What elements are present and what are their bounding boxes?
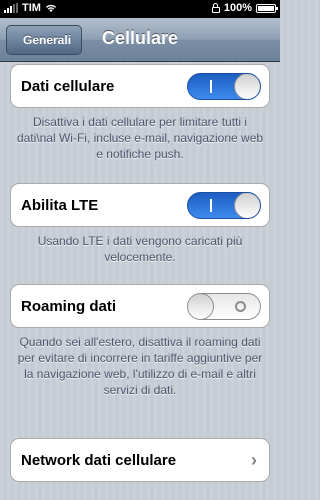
roaming-footer: Quando sei all'estero, disattiva il roam… bbox=[17, 335, 263, 397]
battery-icon bbox=[256, 3, 278, 13]
lte-cell: Abilita LTE bbox=[10, 183, 270, 227]
switch-knob[interactable] bbox=[188, 293, 214, 319]
roaming-switch[interactable] bbox=[187, 292, 261, 320]
switch-on-icon bbox=[210, 79, 212, 93]
switch-on-icon bbox=[210, 198, 212, 212]
status-bar: TIM 100% bbox=[0, 0, 280, 18]
switch-off-icon bbox=[235, 300, 246, 312]
cellular-data-footer: Disattiva i dati cellulare per limitare … bbox=[16, 115, 264, 161]
navigation-bar: Generali Cellulare bbox=[0, 18, 280, 62]
page-title: Cellulare bbox=[101, 28, 179, 48]
roaming-label: Roaming dati bbox=[21, 297, 117, 315]
lte-label: Abilita LTE bbox=[21, 196, 99, 214]
chevron-right-icon: › bbox=[251, 449, 257, 470]
battery-percent: 100% bbox=[223, 2, 252, 14]
lte-footer: Usando LTE i dati vengono caricati più v… bbox=[37, 234, 243, 264]
switch-knob[interactable] bbox=[234, 73, 260, 99]
cellular-data-cell: Dati cellulare bbox=[10, 64, 270, 108]
switch-knob[interactable] bbox=[234, 192, 260, 218]
carrier-name: TIM bbox=[22, 2, 41, 14]
network-label: Network dati cellulare bbox=[21, 451, 177, 469]
cellular-data-switch[interactable] bbox=[187, 72, 261, 100]
roaming-cell: Roaming dati bbox=[10, 284, 270, 328]
signal-icon bbox=[4, 3, 18, 13]
lock-icon bbox=[211, 2, 220, 13]
wifi-icon bbox=[45, 4, 56, 12]
cellular-data-label: Dati cellulare bbox=[21, 77, 115, 95]
lte-switch[interactable] bbox=[187, 191, 261, 219]
network-cell[interactable]: Network dati cellulare › bbox=[10, 438, 270, 482]
